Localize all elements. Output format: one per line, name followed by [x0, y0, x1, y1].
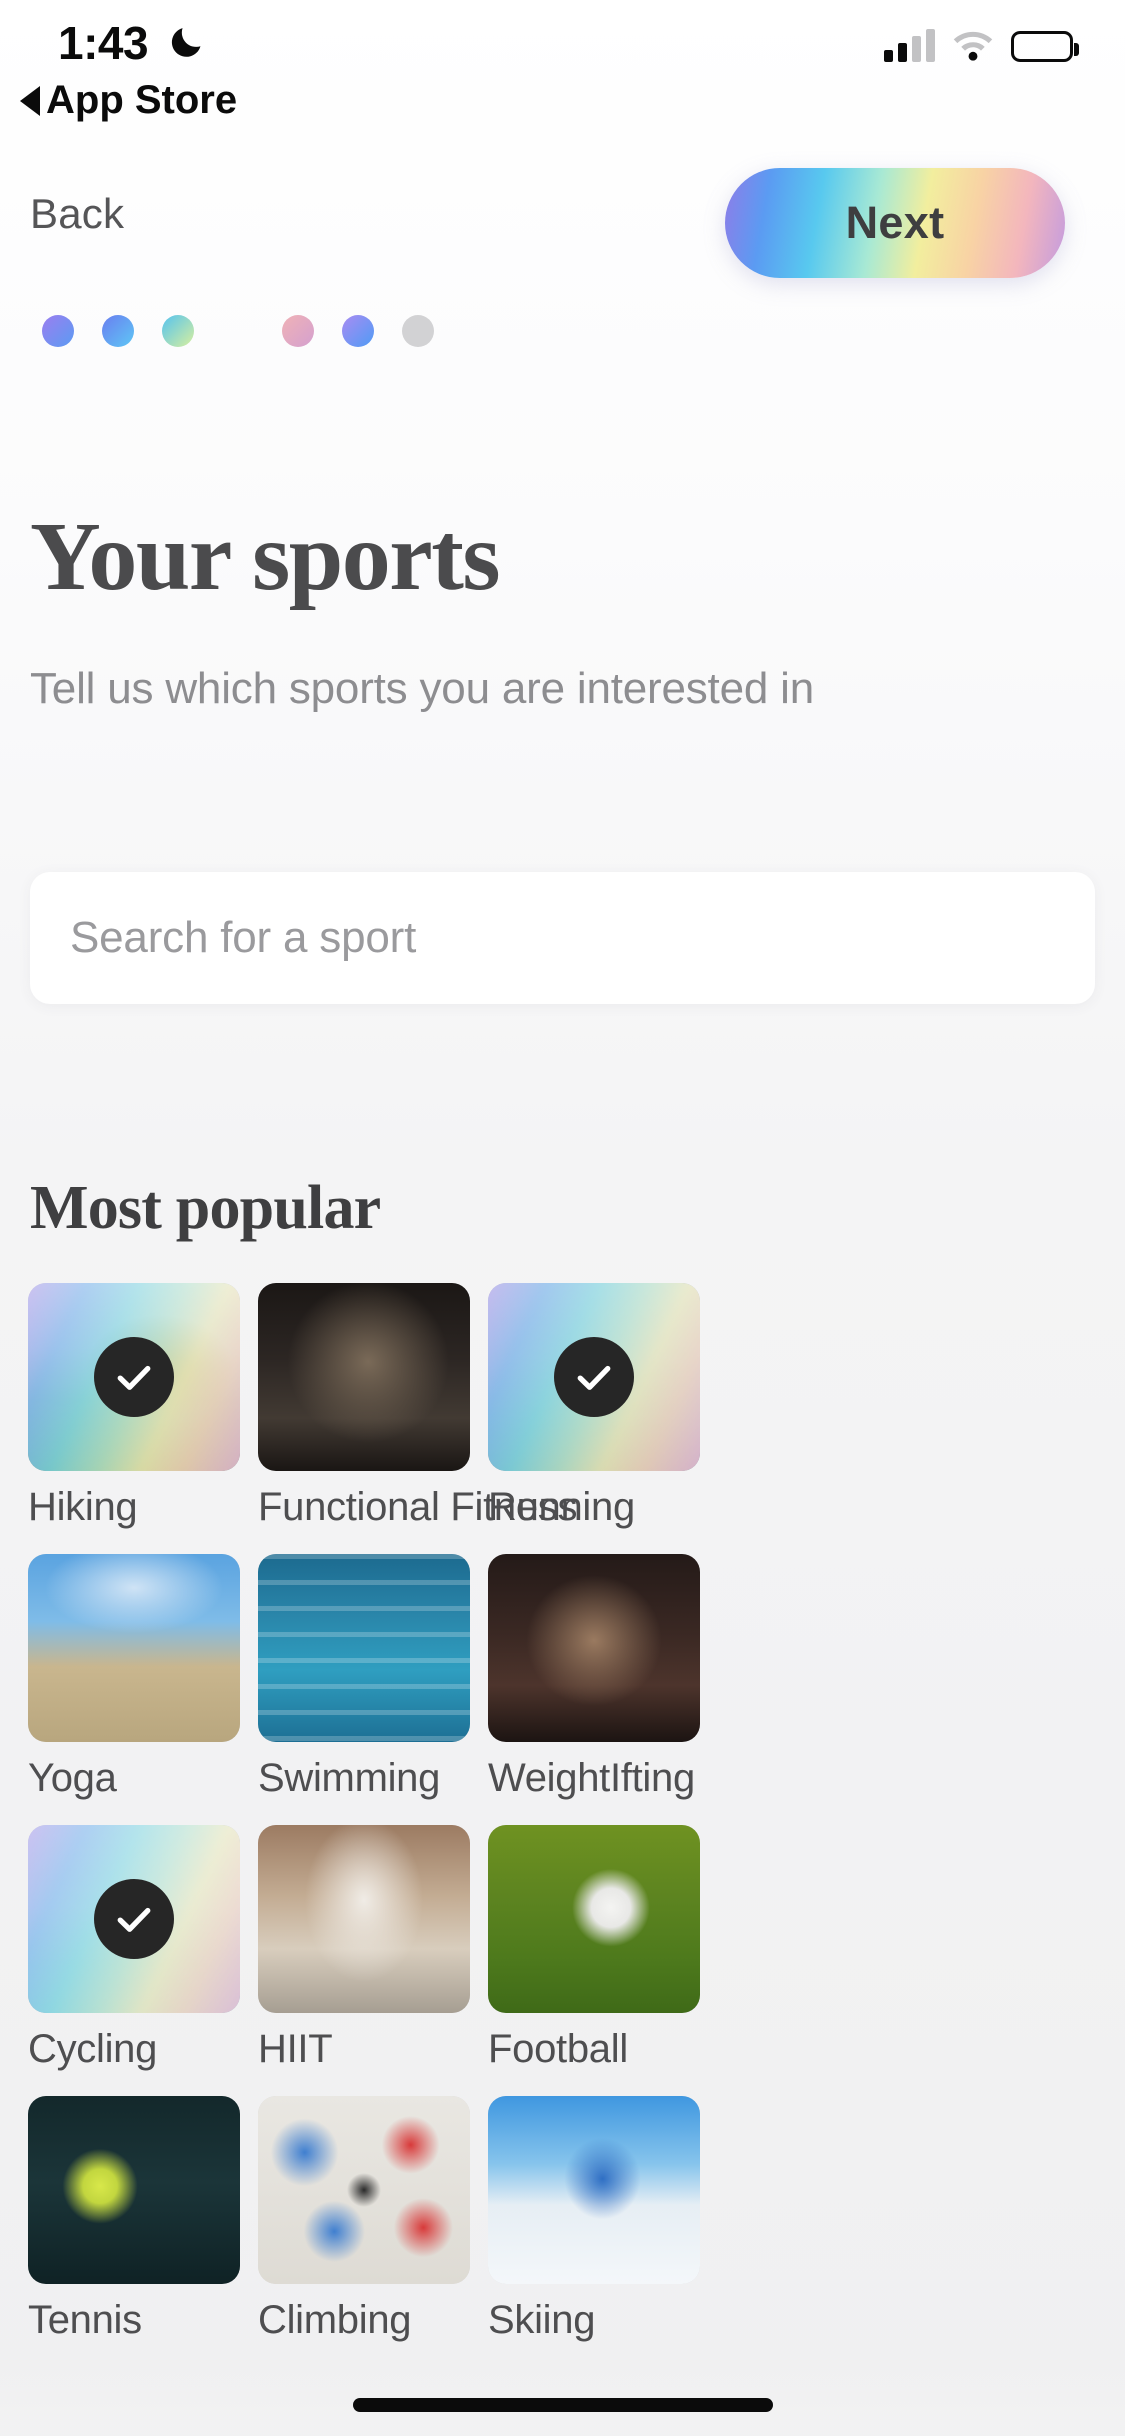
sport-card-cell: Running [488, 1283, 700, 1530]
sport-card-label: Tennis [28, 2298, 142, 2342]
onboarding-screen: 1:43 App Store Back Next Your sports Tel… [0, 0, 1125, 2436]
sport-card-cell: Skiing [488, 2096, 700, 2343]
sport-card-cell: Swimming [258, 1554, 470, 1801]
sport-card-photo [488, 1554, 700, 1742]
status-bar-indicators [884, 28, 1079, 62]
wifi-icon [953, 31, 993, 61]
home-indicator-bar [352, 2398, 773, 2412]
sport-card-label: Climbing [258, 2298, 412, 2342]
selected-badge [94, 1879, 174, 1959]
sport-card-hiit[interactable] [258, 1825, 470, 2013]
sport-card-photo [28, 2096, 240, 2284]
sport-card-label: Skiing [488, 2298, 596, 2342]
sport-card-label: Football [488, 2027, 628, 2071]
sport-card-label: Functional Fitness [258, 1485, 578, 1529]
progress-dot-1 [42, 315, 74, 347]
sport-card-label: Swimming [258, 1756, 441, 1800]
checkmark-icon [117, 1365, 151, 1390]
sport-card-label: Hiking [28, 1485, 138, 1529]
sport-card-football[interactable] [488, 1825, 700, 2013]
sport-card-cell: Yoga [28, 1554, 240, 1801]
progress-dot-5 [282, 315, 314, 347]
sport-card-photo [258, 1825, 470, 2013]
sport-card-photo [488, 2096, 700, 2284]
navigation-row: Back Next [0, 168, 1125, 278]
sport-card-weightifting[interactable] [488, 1554, 700, 1742]
page-title: Your sports [30, 503, 501, 611]
section-title-most-popular: Most popular [30, 1174, 381, 1242]
sport-card-skiing[interactable] [488, 2096, 700, 2284]
sport-card-cell: Hiking [28, 1283, 240, 1530]
sport-card-cell: Climbing [258, 2096, 470, 2343]
sport-card-cell: WeightIfting [488, 1554, 700, 1801]
battery-full-icon [1011, 31, 1079, 62]
sports-grid: Hiking Functional Fitness Running Yoga Swimm… [28, 1283, 1098, 2343]
sport-card-label: Cycling [28, 2027, 158, 2071]
moon-icon [171, 28, 201, 57]
checkmark-icon [117, 1907, 151, 1932]
sport-card-cell: HIIT [258, 1825, 470, 2072]
status-bar-time: 1:43 [58, 17, 149, 69]
sport-card-cell: Cycling [28, 1825, 240, 2072]
progress-indicator [42, 315, 434, 347]
status-bar: 1:43 App Store [0, 0, 1125, 150]
sport-card-swimming[interactable] [258, 1554, 470, 1742]
progress-dot-6 [342, 315, 374, 347]
sport-card-hiking[interactable] [28, 1283, 240, 1471]
sport-card-photo [258, 1554, 470, 1742]
sport-card-label: HIIT [258, 2027, 333, 2071]
progress-dot-4 [222, 315, 254, 347]
sport-card-photo [28, 1554, 240, 1742]
checkmark-icon [577, 1365, 611, 1390]
sport-card-cycling[interactable] [28, 1825, 240, 2013]
search-field[interactable]: Search for a sport [30, 872, 1095, 1004]
sport-card-photo [258, 1283, 470, 1471]
sport-card-label: Running [488, 1485, 635, 1529]
sport-card-photo [258, 2096, 470, 2284]
sport-card-tennis[interactable] [28, 2096, 240, 2284]
cellular-signal-icon [884, 28, 935, 62]
sport-card-climbing[interactable] [258, 2096, 470, 2284]
sport-card-running[interactable] [488, 1283, 700, 1471]
progress-dot-7 [402, 315, 434, 347]
back-triangle-icon [20, 85, 40, 116]
selected-badge [94, 1337, 174, 1417]
next-button[interactable]: Next [725, 168, 1065, 278]
selected-badge [554, 1337, 634, 1417]
sport-card-photo [488, 1825, 700, 2013]
return-label: App Store [46, 78, 238, 122]
sport-card-label: WeightIfting [488, 1756, 695, 1800]
sport-card-cell: Football [488, 1825, 700, 2072]
search-placeholder: Search for a sport [70, 913, 417, 962]
page-subtitle: Tell us which sports you are interested … [30, 664, 814, 713]
sport-card-yoga[interactable] [28, 1554, 240, 1742]
next-button-label: Next [845, 197, 945, 248]
sport-card-cell: Functional Fitness [258, 1283, 578, 1530]
return-to-app-store-link[interactable]: App Store [20, 78, 237, 123]
sport-card-label: Yoga [28, 1756, 117, 1800]
back-button[interactable]: Back [30, 190, 124, 238]
progress-dot-2 [102, 315, 134, 347]
sport-card-cell: Tennis [28, 2096, 240, 2343]
sport-card-functional-fitness[interactable] [258, 1283, 470, 1471]
progress-dot-3 [162, 315, 194, 347]
